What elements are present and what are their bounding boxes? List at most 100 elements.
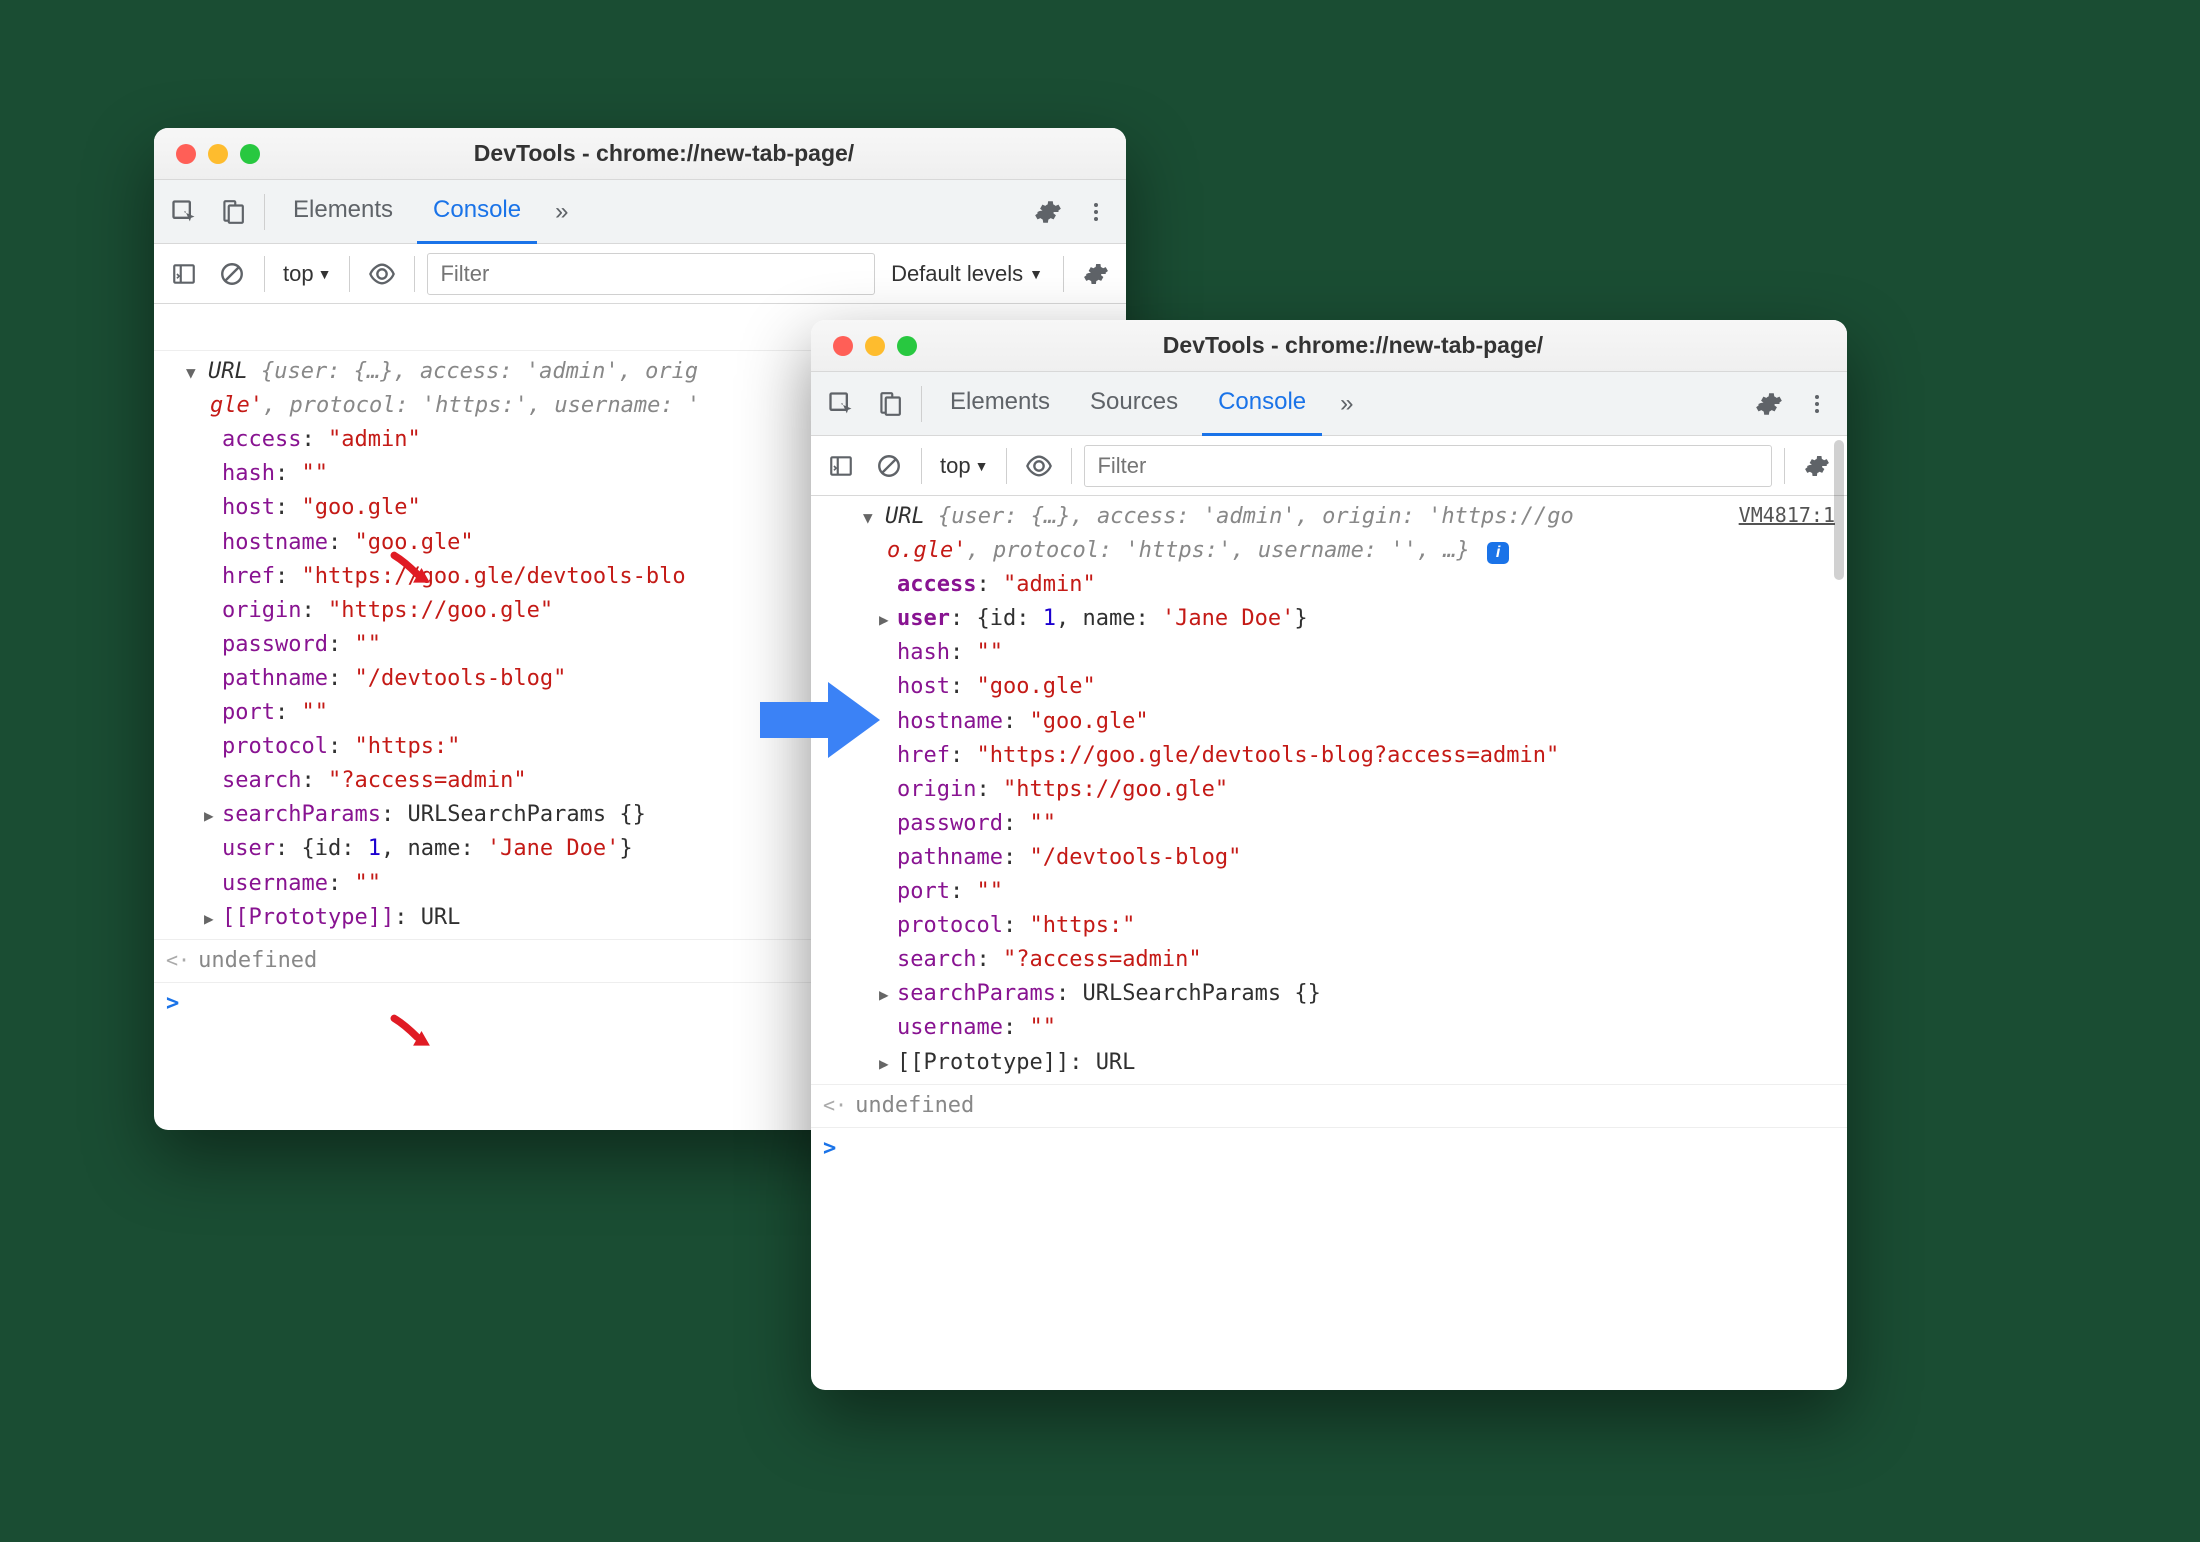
gear-icon[interactable] (1076, 254, 1116, 294)
live-expression-icon[interactable] (362, 254, 402, 294)
inspect-icon[interactable] (164, 192, 204, 232)
disclosure-triangle-icon[interactable] (204, 907, 222, 932)
titlebar[interactable]: DevTools - chrome://new-tab-page/ (154, 128, 1126, 180)
inspect-icon[interactable] (821, 384, 861, 424)
prop-value: "https://goo.gle/devtools-blog?access=ad… (976, 743, 1559, 768)
more-tabs-icon[interactable]: » (1330, 390, 1363, 418)
chevron-down-icon: ▼ (1029, 266, 1043, 282)
prop-key[interactable]: origin (897, 777, 976, 802)
filter-input[interactable] (427, 253, 875, 295)
info-badge-icon[interactable]: i (1487, 542, 1509, 564)
prop-value: "goo.gle" (1029, 709, 1148, 734)
disclosure-triangle-icon[interactable] (879, 1052, 897, 1077)
tab-console[interactable]: Console (1202, 372, 1322, 436)
user-name: 'Jane Doe' (1162, 606, 1294, 631)
tab-elements[interactable]: Elements (277, 180, 409, 244)
prop-key[interactable]: hash (222, 461, 275, 486)
prop-key[interactable]: search (222, 768, 301, 793)
close-icon[interactable] (833, 336, 853, 356)
user-brace: {id: (301, 836, 367, 861)
prop-key[interactable]: hash (897, 640, 950, 665)
disclosure-triangle-icon[interactable] (879, 608, 897, 633)
prop-key[interactable]: pathname (222, 666, 328, 691)
sidebar-toggle-icon[interactable] (164, 254, 204, 294)
disclosure-triangle-icon[interactable] (186, 361, 204, 389)
prop-value: "" (976, 879, 1003, 904)
prop-key[interactable]: access (222, 427, 301, 452)
filter-input[interactable] (1084, 445, 1772, 487)
gear-icon[interactable] (1749, 384, 1789, 424)
prop-key[interactable]: [[Prototype]] (897, 1050, 1069, 1075)
prop-key[interactable]: password (222, 632, 328, 657)
prop-key[interactable]: href (222, 564, 275, 589)
prop-key[interactable]: protocol (222, 734, 328, 759)
prop-key[interactable]: user (897, 606, 950, 631)
tab-console[interactable]: Console (417, 180, 537, 244)
prop-key[interactable]: access (897, 572, 976, 597)
prop-key[interactable]: username (222, 871, 328, 896)
prop-value: "" (301, 700, 328, 725)
prop-key[interactable]: [[Prototype]] (222, 905, 394, 930)
clear-console-icon[interactable] (869, 446, 909, 486)
annotation-arrow-icon (390, 551, 432, 587)
gear-icon[interactable] (1028, 192, 1068, 232)
kebab-icon[interactable] (1076, 192, 1116, 232)
separator (414, 256, 415, 292)
prop-key[interactable]: href (897, 743, 950, 768)
prop-key[interactable]: user (222, 836, 275, 861)
prop-value: "https://goo.gle/devtools-blo (301, 564, 685, 589)
object-class: URL (208, 359, 248, 384)
live-expression-icon[interactable] (1019, 446, 1059, 486)
prop-key[interactable]: origin (222, 598, 301, 623)
tab-bar: Elements Console » (154, 180, 1126, 244)
titlebar[interactable]: DevTools - chrome://new-tab-page/ (811, 320, 1847, 372)
disclosure-triangle-icon[interactable] (879, 983, 897, 1008)
prop-key[interactable]: port (222, 700, 275, 725)
log-levels-dropdown[interactable]: Default levels ▼ (883, 261, 1051, 287)
console-entry[interactable]: VM4817:1 URL {user: {…}, access: 'admin'… (811, 496, 1847, 1085)
prop-key[interactable]: host (897, 674, 950, 699)
context-selector[interactable]: top ▼ (277, 261, 337, 287)
source-link[interactable]: VM4817:1 (1739, 500, 1835, 531)
device-toggle-icon[interactable] (869, 384, 909, 424)
context-label: top (940, 453, 971, 479)
disclosure-triangle-icon[interactable] (204, 804, 222, 829)
prop-value: "" (976, 640, 1003, 665)
window-title: DevTools - chrome://new-tab-page/ (859, 332, 1847, 359)
kebab-icon[interactable] (1797, 384, 1837, 424)
prop-key[interactable]: password (897, 811, 1003, 836)
prop-key[interactable]: protocol (897, 913, 1003, 938)
summary-fragment: o.gle' (887, 538, 966, 563)
prop-key[interactable]: searchParams (222, 802, 381, 827)
context-label: top (283, 261, 314, 287)
separator (1784, 448, 1785, 484)
annotation-arrow-icon (390, 1014, 432, 1050)
disclosure-triangle-icon[interactable] (863, 506, 881, 534)
clear-console-icon[interactable] (212, 254, 252, 294)
more-tabs-icon[interactable]: » (545, 198, 578, 226)
prop-value: "" (354, 632, 381, 657)
separator (264, 194, 265, 230)
prop-key[interactable]: hostname (222, 530, 328, 555)
user-brace-close: } (619, 836, 632, 861)
prop-key[interactable]: hostname (897, 709, 1003, 734)
prop-key[interactable]: username (897, 1015, 1003, 1040)
sidebar-toggle-icon[interactable] (821, 446, 861, 486)
prop-key[interactable]: port (897, 879, 950, 904)
console-toolbar: top ▼ Default levels ▼ (154, 244, 1126, 304)
tab-elements[interactable]: Elements (934, 372, 1066, 436)
console-prompt[interactable]: > (811, 1128, 1847, 1170)
prop-value: "goo.gle" (976, 674, 1095, 699)
close-icon[interactable] (176, 144, 196, 164)
prop-value: "" (354, 871, 381, 896)
prop-key[interactable]: searchParams (897, 981, 1056, 1006)
prop-key[interactable]: search (897, 947, 976, 972)
device-toggle-icon[interactable] (212, 192, 252, 232)
prop-key[interactable]: pathname (897, 845, 1003, 870)
prop-key[interactable]: host (222, 495, 275, 520)
tab-sources[interactable]: Sources (1074, 372, 1194, 436)
context-selector[interactable]: top ▼ (934, 453, 994, 479)
gear-icon[interactable] (1797, 446, 1837, 486)
undefined-value: undefined (855, 1089, 974, 1123)
summary-fragment: , protocol: 'https:', username: ' (263, 393, 700, 418)
